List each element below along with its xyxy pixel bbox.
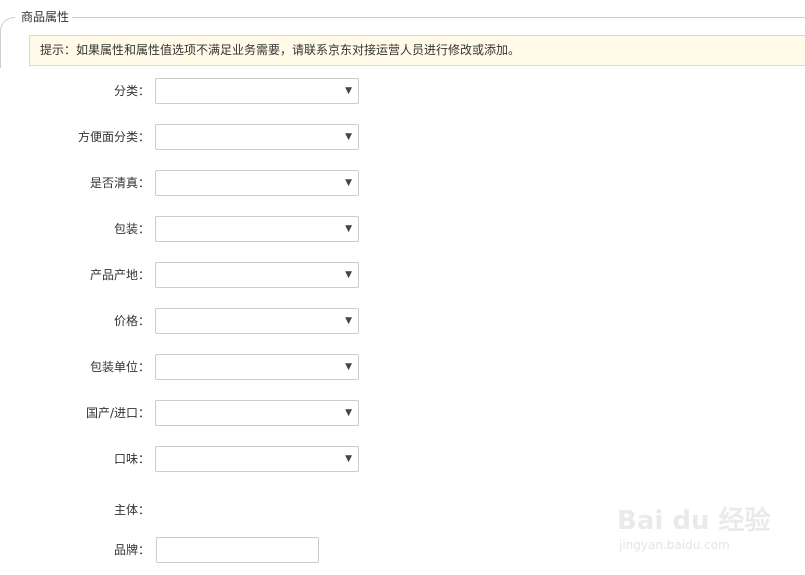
- field-label: 方便面分类：: [77, 130, 150, 144]
- field-label: 价格：: [113, 314, 150, 328]
- field-row-subject: 主体：: [0, 497, 400, 523]
- subject-label: 主体：: [113, 503, 150, 517]
- fieldset-border-top: [38, 17, 805, 18]
- field-label: 产品产地：: [89, 268, 150, 282]
- caret-down-icon: ▼: [345, 362, 352, 372]
- notice-banner: 提示：如果属性和属性值选项不满足业务需要，请联系京东对接运营人员进行修改或添加。: [29, 35, 805, 66]
- field-row-packaging: 包装： ▼: [0, 216, 400, 242]
- section-legend: 商品属性: [18, 8, 73, 25]
- watermark-logo-text: Bai du 经验: [617, 506, 771, 536]
- field-row-package-unit: 包装单位： ▼: [0, 354, 400, 380]
- caret-down-icon: ▼: [345, 408, 352, 418]
- field-label: 国产/进口：: [85, 406, 150, 420]
- notice-text: 提示：如果属性和属性值选项不满足业务需要，请联系京东对接运营人员进行修改或添加。: [40, 43, 521, 57]
- field-row-category: 分类： ▼: [0, 78, 400, 104]
- field-row-brand: 品牌：: [0, 537, 400, 563]
- field-row-flavor: 口味： ▼: [0, 446, 400, 472]
- field-row-domestic-import: 国产/进口： ▼: [0, 400, 400, 426]
- caret-down-icon: ▼: [345, 132, 352, 142]
- field-label: 口味：: [113, 452, 150, 466]
- field-label: 包装单位：: [89, 360, 150, 374]
- caret-down-icon: ▼: [345, 270, 352, 280]
- field-row-halal: 是否清真： ▼: [0, 170, 400, 196]
- flavor-select[interactable]: ▼: [155, 446, 359, 472]
- field-row-origin: 产品产地： ▼: [0, 262, 400, 288]
- field-label: 分类：: [113, 84, 150, 98]
- watermark-url-text: jingyan.baidu.com: [619, 538, 730, 552]
- category-select[interactable]: ▼: [155, 78, 359, 104]
- noodle-category-select[interactable]: ▼: [155, 124, 359, 150]
- field-label: 是否清真：: [89, 176, 150, 190]
- field-row-noodle-category: 方便面分类： ▼: [0, 124, 400, 150]
- caret-down-icon: ▼: [345, 224, 352, 234]
- packaging-select[interactable]: ▼: [155, 216, 359, 242]
- price-select[interactable]: ▼: [155, 308, 359, 334]
- origin-select[interactable]: ▼: [155, 262, 359, 288]
- caret-down-icon: ▼: [345, 454, 352, 464]
- caret-down-icon: ▼: [345, 178, 352, 188]
- halal-select[interactable]: ▼: [155, 170, 359, 196]
- brand-input[interactable]: [156, 537, 319, 563]
- baidu-jingyan-watermark: Bai du 经验 jingyan.baidu.com: [615, 486, 795, 566]
- domestic-import-select[interactable]: ▼: [155, 400, 359, 426]
- fieldset-border-corner: [0, 17, 15, 68]
- package-unit-select[interactable]: ▼: [155, 354, 359, 380]
- brand-label: 品牌：: [113, 543, 150, 557]
- field-row-price: 价格： ▼: [0, 308, 400, 334]
- caret-down-icon: ▼: [345, 316, 352, 326]
- field-label: 包装：: [113, 222, 150, 236]
- caret-down-icon: ▼: [345, 86, 352, 96]
